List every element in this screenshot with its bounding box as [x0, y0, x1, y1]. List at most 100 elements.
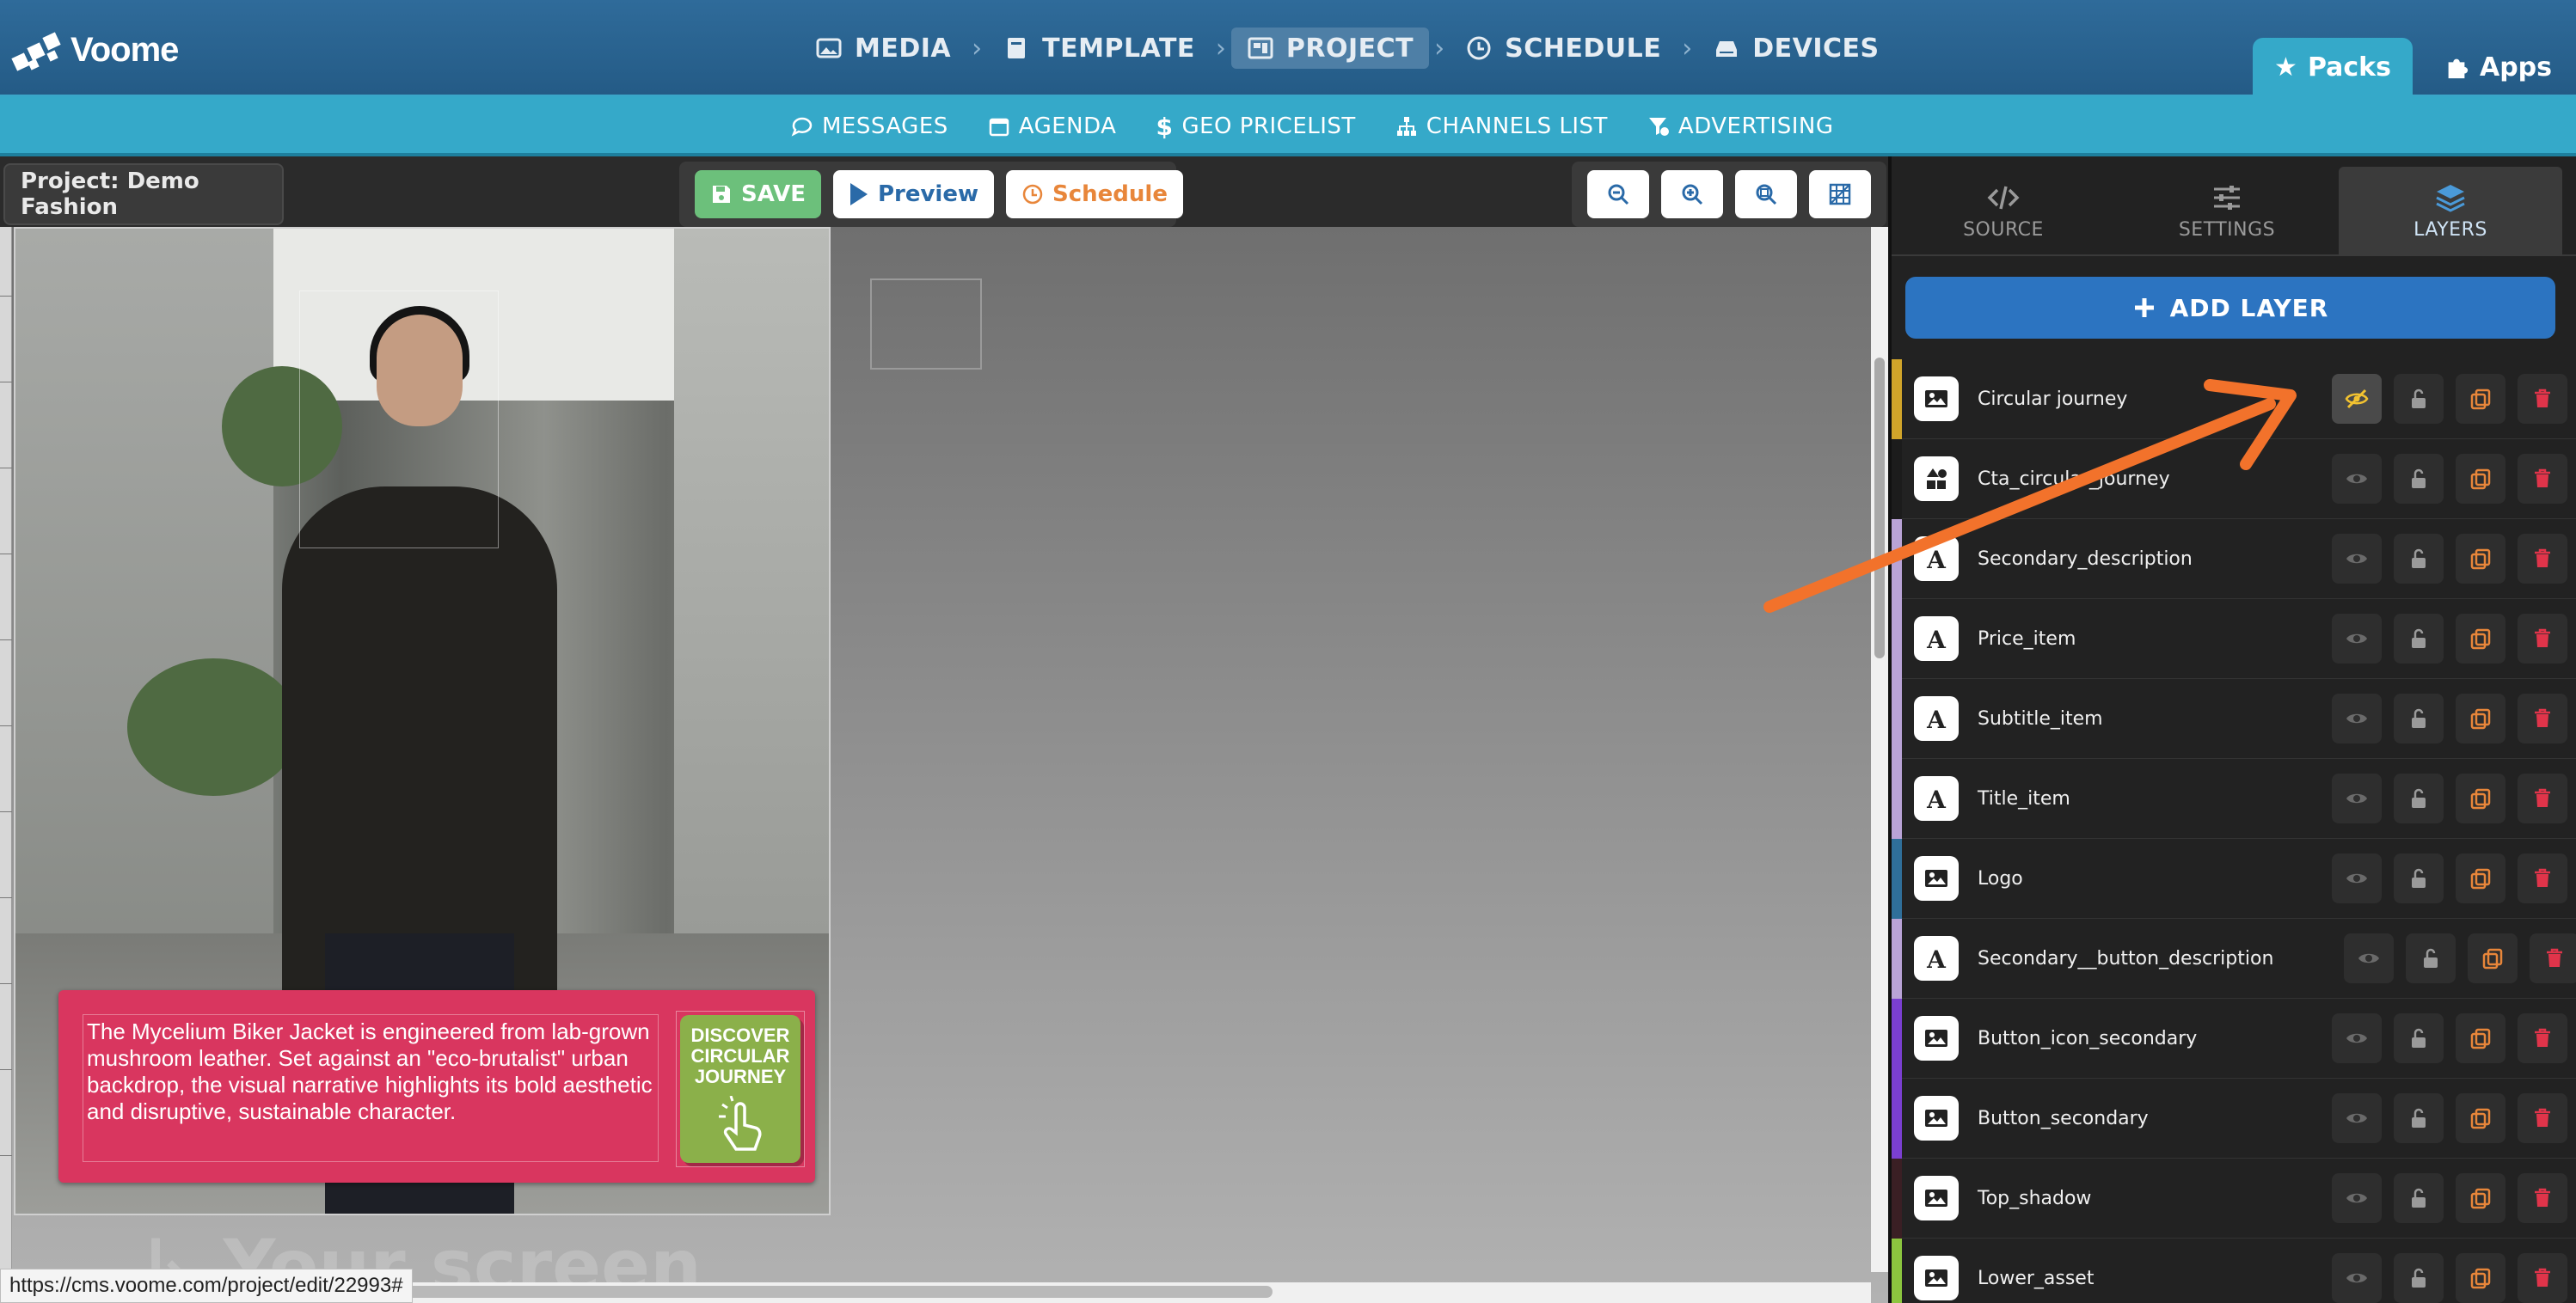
lock-button[interactable]: [2394, 1093, 2444, 1143]
duplicate-button[interactable]: [2456, 853, 2505, 903]
toggle-visibility-button[interactable]: [2332, 614, 2382, 664]
layer-row[interactable]: Button_icon_secondary: [1892, 999, 2576, 1079]
schedule-button[interactable]: Schedule: [1006, 170, 1183, 218]
save-button[interactable]: SAVE: [695, 170, 821, 218]
lock-button[interactable]: [2394, 1173, 2444, 1223]
nav-media[interactable]: MEDIA: [800, 28, 966, 69]
subnav-agenda[interactable]: AGENDA: [988, 113, 1117, 139]
toggle-visibility-button[interactable]: [2332, 853, 2382, 903]
voome-logo[interactable]: Voome: [10, 24, 179, 76]
toggle-visibility-button[interactable]: [2332, 1093, 2382, 1143]
layer-type-icon: A: [1914, 616, 1959, 661]
toggle-visibility-button[interactable]: [2332, 694, 2382, 743]
lock-button[interactable]: [2406, 933, 2456, 983]
duplicate-button[interactable]: [2456, 534, 2505, 584]
delete-button[interactable]: [2518, 374, 2567, 424]
zoom-out-button[interactable]: [1587, 170, 1649, 218]
horizontal-scroll-thumb[interactable]: [387, 1286, 1273, 1298]
nav-template[interactable]: TEMPLATE: [987, 28, 1211, 69]
lock-button[interactable]: [2394, 534, 2444, 584]
zoom-in-button[interactable]: [1661, 170, 1723, 218]
layer-row[interactable]: Lower_asset: [1892, 1239, 2576, 1303]
toggle-visibility-button[interactable]: [2332, 1013, 2382, 1063]
lock-button[interactable]: [2394, 614, 2444, 664]
nav-devices[interactable]: DEVICES: [1697, 28, 1894, 69]
delete-button[interactable]: [2518, 853, 2567, 903]
layer-row[interactable]: Cta_circular_journey: [1892, 439, 2576, 519]
lock-button[interactable]: [2394, 1013, 2444, 1063]
trash-icon: [2535, 1188, 2550, 1207]
lock-button[interactable]: [2394, 694, 2444, 743]
tab-source[interactable]: SOURCE: [1892, 167, 2115, 256]
delete-button[interactable]: [2530, 933, 2576, 983]
toggle-visibility-button[interactable]: [2332, 774, 2382, 823]
duplicate-button[interactable]: [2456, 454, 2505, 504]
subnav-messages[interactable]: MESSAGES: [791, 113, 948, 139]
delete-button[interactable]: [2518, 1093, 2567, 1143]
nav-project[interactable]: PROJECT: [1230, 28, 1430, 69]
toggle-visibility-button[interactable]: [2332, 534, 2382, 584]
layer-row[interactable]: A Title_item: [1892, 759, 2576, 839]
delete-button[interactable]: [2518, 1253, 2567, 1303]
lock-button[interactable]: [2394, 774, 2444, 823]
layer-row[interactable]: A Secondary_description: [1892, 519, 2576, 599]
selection-box[interactable]: [299, 291, 499, 548]
artboard[interactable]: The Mycelium Biker Jacket is engineered …: [14, 227, 831, 1215]
duplicate-button[interactable]: [2456, 694, 2505, 743]
cta-label: DISCOVER CIRCULAR JOURNEY: [690, 1025, 790, 1087]
apps-tab[interactable]: Apps: [2433, 38, 2562, 96]
layer-row[interactable]: Circular journey: [1892, 359, 2576, 439]
empty-placeholder-box[interactable]: [870, 278, 982, 370]
layer-row[interactable]: A Subtitle_item: [1892, 679, 2576, 759]
add-layer-button[interactable]: ADD LAYER: [1905, 277, 2555, 339]
delete-button[interactable]: [2518, 774, 2567, 823]
layer-row[interactable]: Button_secondary: [1892, 1079, 2576, 1159]
delete-button[interactable]: [2518, 1013, 2567, 1063]
subnav-advertising[interactable]: ADVERTISING: [1647, 113, 1834, 139]
add-layer-label: ADD LAYER: [2169, 293, 2329, 322]
toggle-visibility-button[interactable]: [2332, 374, 2382, 424]
delete-button[interactable]: [2518, 1173, 2567, 1223]
toggle-visibility-button[interactable]: [2332, 454, 2382, 504]
packs-tab[interactable]: ★ Packs: [2253, 38, 2413, 96]
nav-schedule[interactable]: SCHEDULE: [1450, 28, 1677, 69]
copy-icon: [2482, 948, 2503, 970]
delete-button[interactable]: [2518, 534, 2567, 584]
subnav-geo-pricelist[interactable]: $ GEO PRICELIST: [1156, 113, 1355, 141]
duplicate-button[interactable]: [2456, 374, 2505, 424]
description-text[interactable]: The Mycelium Biker Jacket is engineered …: [83, 1014, 659, 1162]
layer-row[interactable]: A Price_item: [1892, 599, 2576, 679]
toggle-visibility-button[interactable]: [2332, 1173, 2382, 1223]
zoom-fit-button[interactable]: [1735, 170, 1797, 218]
lock-button[interactable]: [2394, 454, 2444, 504]
delete-button[interactable]: [2518, 614, 2567, 664]
vertical-scroll-thumb[interactable]: [1874, 358, 1885, 658]
delete-button[interactable]: [2518, 454, 2567, 504]
toggle-visibility-button[interactable]: [2332, 1253, 2382, 1303]
cta-button[interactable]: DISCOVER CIRCULAR JOURNEY: [680, 1015, 800, 1163]
toggle-visibility-button[interactable]: [2344, 933, 2394, 983]
tab-layers[interactable]: LAYERS: [2339, 167, 2562, 256]
editor-canvas[interactable]: The Mycelium Biker Jacket is engineered …: [0, 227, 1888, 1303]
subnav-channels-list[interactable]: CHANNELS LIST: [1395, 113, 1608, 139]
duplicate-button[interactable]: [2456, 774, 2505, 823]
duplicate-button[interactable]: [2456, 1173, 2505, 1223]
tab-settings[interactable]: SETTINGS: [2115, 167, 2339, 256]
duplicate-button[interactable]: [2456, 1093, 2505, 1143]
lock-button[interactable]: [2394, 853, 2444, 903]
duplicate-button[interactable]: [2456, 1253, 2505, 1303]
preview-button[interactable]: Preview: [832, 170, 994, 218]
lock-button[interactable]: [2394, 374, 2444, 424]
cta-circular-journey[interactable]: DISCOVER CIRCULAR JOURNEY: [676, 1011, 805, 1167]
delete-button[interactable]: [2518, 694, 2567, 743]
duplicate-button[interactable]: [2468, 933, 2518, 983]
grid-toggle-button[interactable]: [1809, 170, 1871, 218]
lock-button[interactable]: [2394, 1253, 2444, 1303]
layer-name: Lower_asset: [1978, 1267, 2095, 1289]
duplicate-button[interactable]: [2456, 614, 2505, 664]
layer-row[interactable]: Top_shadow: [1892, 1159, 2576, 1239]
duplicate-button[interactable]: [2456, 1013, 2505, 1063]
layer-row[interactable]: Logo: [1892, 839, 2576, 919]
layer-row[interactable]: A Secondary__button_description: [1892, 919, 2576, 999]
description-box[interactable]: The Mycelium Biker Jacket is engineered …: [58, 990, 815, 1183]
